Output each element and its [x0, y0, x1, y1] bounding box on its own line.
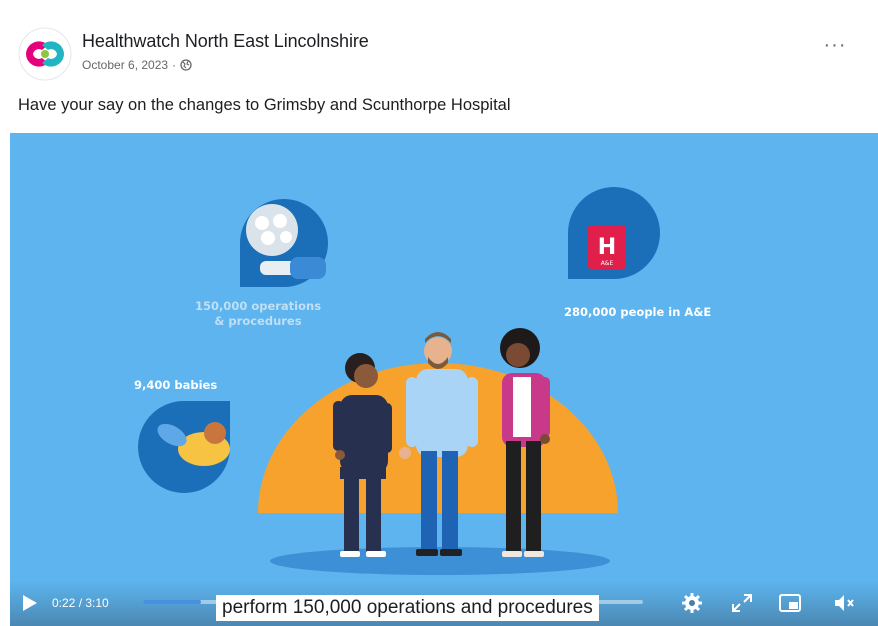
baby-icon	[138, 400, 231, 493]
babies-label: 9,400 babies	[134, 378, 218, 392]
operating-lamp-icon	[240, 199, 328, 287]
meta-separator: ·	[172, 58, 177, 72]
video-caption: perform 150,000 operations and procedure…	[216, 595, 599, 621]
svg-text:A&E: A&E	[601, 260, 614, 267]
post-header: Healthwatch North East Lincolnshire Octo…	[0, 0, 878, 90]
progress-fill	[143, 600, 201, 604]
picture-in-picture-icon[interactable]	[778, 592, 802, 614]
play-icon[interactable]	[22, 594, 38, 612]
healthwatch-logo-avatar[interactable]	[18, 27, 72, 81]
page-name[interactable]: Healthwatch North East Lincolnshire	[82, 31, 369, 52]
post-text: Have your say on the changes to Grimsby …	[18, 96, 511, 114]
globe-icon	[180, 59, 192, 71]
operations-label: 150,000 operations & procedures	[178, 299, 338, 329]
operations-label-line1: 150,000 operations	[194, 299, 322, 313]
expand-icon[interactable]	[730, 592, 754, 614]
settings-icon[interactable]	[680, 592, 704, 614]
woman-figure	[500, 328, 550, 557]
svg-text:H: H	[598, 235, 616, 260]
hospital-sign-icon: H A&E	[568, 187, 660, 279]
operations-label-line2: & procedures	[214, 314, 302, 328]
post-meta: October 6, 2023 ·	[82, 58, 192, 72]
more-options-button[interactable]: ···	[818, 35, 852, 60]
ae-label: 280,000 people in A&E	[564, 305, 712, 319]
volume-muted-icon[interactable]	[832, 592, 856, 614]
time-display: 0:22 / 3:10	[52, 596, 109, 610]
post-date[interactable]: October 6, 2023	[82, 58, 168, 72]
video-player[interactable]: H A&E 150,000 operations & procedures 28…	[10, 133, 878, 626]
